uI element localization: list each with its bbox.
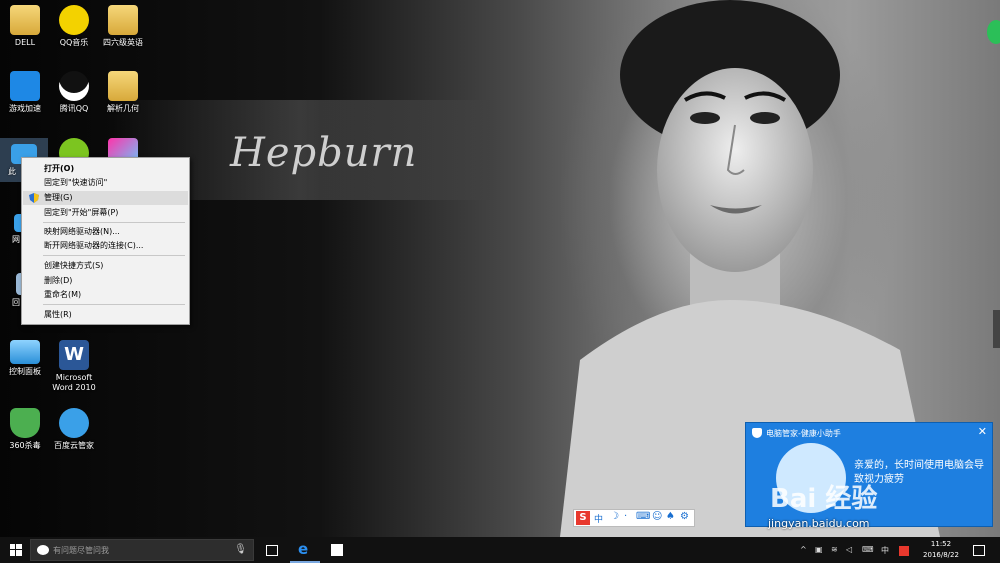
tray-app-icon[interactable]: ▣ [815,545,823,554]
qqmusic-icon [59,5,89,35]
desktop-icon-label: 百度云管家 [54,441,94,450]
shirt-icon[interactable]: ♠ [666,511,675,522]
moon-icon[interactable]: ☽ [610,511,619,522]
search-input[interactable] [53,543,243,557]
edge-icon: e [298,540,309,558]
menu-item-manage[interactable]: 管理(G) [23,191,188,205]
user-icon[interactable]: ☺ [652,511,662,522]
menu-separator [43,255,185,256]
desktop-icon-baidu-cloud[interactable]: 百度云管家 [49,408,99,451]
desktop-icon-label: 360杀毒 [9,441,41,450]
desktop-icon-control-panel[interactable]: 控制面板 [0,340,50,377]
taskbar: 🎙︎ e ^ ▣ ≋ ◁ ⌨ 中 11:52 2016/8/22 [0,537,1000,563]
side-handle[interactable] [993,310,1000,348]
menu-item-map-drive[interactable]: 映射网络驱动器(N)... [23,225,188,239]
baidu-watermark-logo: Bai 经验 [770,484,878,514]
microphone-icon[interactable]: 🎙︎ [234,544,247,555]
desktop-icon-label: QQ音乐 [59,38,89,47]
menu-item-properties[interactable]: 属性(R) [23,308,188,322]
shield-icon [10,408,40,438]
desktop-icon-label: 控制面板 [9,367,41,376]
desktop-icon-tencent-qq[interactable]: 腾讯QQ [49,71,99,114]
baidu-watermark-url: jingyan.baidu.com [768,517,870,530]
menu-item-disconnect-drive[interactable]: 断开网络驱动器的连接(C)... [23,239,188,253]
clock-date: 2016/8/22 [923,551,959,559]
start-button[interactable] [0,537,30,563]
clock[interactable]: 11:52 2016/8/22 [916,539,966,561]
desktop-icon-360[interactable]: 360杀毒 [0,408,50,451]
ime-toolbar[interactable]: S 中 ☽ · ⌨ ☺ ♠ ⚙ [573,509,695,527]
task-view-button[interactable] [262,537,280,563]
popup-title: 电脑管家-健康小助手 [766,429,841,438]
wallpaper-script-text: Hepburn [230,130,418,176]
menu-separator [43,304,185,305]
desktop-icon-label: Microsoft Word 2010 [52,373,96,392]
wrench-icon[interactable]: ⚙ [680,511,689,522]
menu-item-pin-start[interactable]: 固定到"开始"屏幕(P) [23,206,188,220]
desktop-icon-dell[interactable]: DELL [0,5,50,48]
menu-item-rename[interactable]: 重命名(M) [23,288,188,302]
task-view-icon [266,545,278,556]
volume-icon[interactable]: ◁ [846,545,852,554]
windows-logo-icon [10,544,22,556]
close-icon[interactable]: ✕ [978,425,987,438]
menu-item-open[interactable]: 打开(O) [23,162,188,176]
edge-button[interactable]: e [290,537,320,563]
cortana-search-box[interactable]: 🎙︎ [30,539,254,561]
desktop-icon-word[interactable]: W Microsoft Word 2010 [49,340,99,393]
menu-item-create-shortcut[interactable]: 创建快捷方式(S) [23,259,188,273]
menu-separator [43,222,185,223]
shield-icon [752,428,762,438]
store-button[interactable] [326,537,350,563]
desktop-icon-label: 腾讯QQ [59,104,89,113]
desktop-icon-geometry[interactable]: 解析几何 [98,71,148,114]
sogou-tray-icon[interactable] [899,546,909,556]
cloud-icon [59,408,89,438]
floating-speed-ball[interactable] [987,20,1000,44]
keyboard-icon[interactable]: ⌨ [862,545,874,554]
keyboard-icon[interactable]: ⌨ [636,511,650,522]
qq-penguin-icon [59,71,89,101]
desktop-icon-label: 解析几何 [107,104,139,113]
punctuation-icon[interactable]: · [624,511,627,522]
wifi-icon[interactable]: ≋ [831,545,838,554]
sogou-icon: S [576,511,590,525]
desktop-icon-cet46[interactable]: 四六级英语 [98,5,148,48]
desktop-icon-qqmusic[interactable]: QQ音乐 [49,5,99,48]
desktop-icon-label: DELL [14,38,36,47]
ime-mode-label[interactable]: 中 [594,512,603,525]
word-icon: W [59,340,89,370]
ime-indicator[interactable]: 中 [881,545,889,556]
uac-shield-icon [29,193,39,203]
game-accelerator-icon [10,71,40,101]
folder-icon [10,5,40,35]
store-bag-icon [331,544,343,556]
desktop-icon-label: 游戏加速 [9,104,41,113]
folder-icon [108,71,138,101]
context-menu: 打开(O) 固定到"快速访问" 管理(G) 固定到"开始"屏幕(P) 映射网络驱… [21,157,190,325]
menu-item-pin-quick-access[interactable]: 固定到"快速访问" [23,176,188,190]
clock-time: 11:52 [930,540,952,548]
folder-icon [108,5,138,35]
chevron-up-icon[interactable]: ^ [800,545,807,554]
control-panel-icon [10,340,40,364]
chat-bubble-icon [37,545,49,555]
desktop-icon-game-accel[interactable]: 游戏加速 [0,71,50,114]
notification-center-icon[interactable] [973,545,985,556]
desktop-icon-label: 四六级英语 [103,38,143,47]
menu-item-delete[interactable]: 删除(D) [23,274,188,288]
